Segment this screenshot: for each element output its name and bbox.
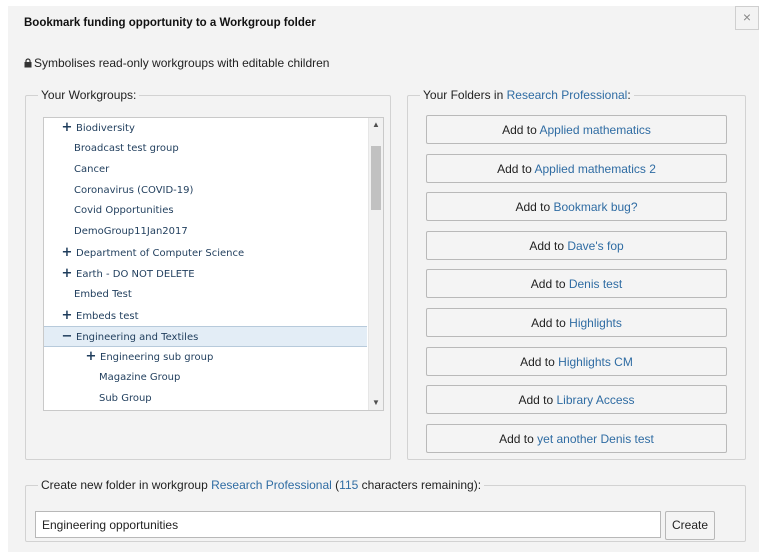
workgroup-row[interactable]: Embed Test [44,285,367,306]
readonly-note: Symbolises read-only workgroups with edi… [34,56,330,70]
new-folder-name-input[interactable] [35,511,661,538]
expand-icon[interactable]: + [61,243,73,264]
workgroups-scrollbar[interactable]: ▲ ▼ [368,118,383,410]
folder-name: Highlights CM [558,354,633,369]
folder-name: Dave's fop [567,238,624,253]
add-to-folder-button[interactable]: Add to Applied mathematics 2 [426,153,727,183]
workgroup-row[interactable]: Coronavirus (COVID-19) [44,181,367,202]
add-to-prefix: Add to [502,123,540,137]
readonly-legend: Symbolises read-only workgroups with edi… [24,56,329,71]
add-to-prefix: Add to [497,161,535,176]
add-to-folder-button[interactable]: Add to Denis test [426,269,727,299]
workgroup-row[interactable]: DemoGroup11Jan2017 [44,222,367,243]
add-to-folder-button[interactable]: Add to Bookmark bug? [426,192,727,222]
close-button[interactable]: × [735,6,759,30]
workgroup-row[interactable]: Magazine Group [44,368,367,389]
add-to-prefix: Add to [520,354,559,369]
workgroup-label: Coronavirus (COVID-19) [74,184,194,196]
add-to-folder-button[interactable]: Add to Highlights CM [426,346,727,376]
collapse-icon[interactable]: − [61,327,73,348]
workgroup-row[interactable]: Sub Group [44,389,367,410]
add-to-folder-button[interactable]: Add to yet another Denis test [426,423,727,453]
add-to-folder-button[interactable]: Add to Dave's fop [426,230,727,260]
workgroup-label: Department of Computer Science [76,248,245,260]
folders-legend-prefix: Your Folders in [423,88,507,102]
workgroup-row[interactable]: + Engineering sub group [44,347,367,368]
workgroup-label: Embeds test [76,310,139,322]
create-button[interactable]: Create [665,511,715,540]
workgroup-label: Biodiversity [76,123,135,134]
workgroup-row[interactable]: + Earth - DO NOT DELETE [44,264,367,285]
characters-remaining: 115 [339,478,359,492]
workgroup-label: Broadcast test group [74,142,179,154]
workgroup-label: Engineering and Textiles [76,332,199,344]
dialog-title: Bookmark funding opportunity to a Workgr… [24,17,316,29]
workgroup-row[interactable]: Cancer [44,160,367,181]
folders-legend: Your Folders in Research Professional: [420,88,634,102]
workgroups-panel: Your Workgroups: + Biodiversity Broadcast … [25,88,391,460]
folder-name: Bookmark bug? [553,200,638,215]
lock-icon [24,57,32,71]
add-to-prefix: Add to [529,238,568,253]
add-to-prefix: Add to [531,316,570,330]
workgroup-row[interactable]: + Biodiversity [44,118,367,139]
workgroups-rows: + Biodiversity Broadcast test group Cancer C… [44,118,367,410]
workgroup-row[interactable]: + Department of Computer Science [44,243,367,264]
add-to-prefix: Add to [518,393,557,408]
workgroups-list[interactable]: + Biodiversity Broadcast test group Cancer C… [43,117,384,411]
folder-name: Denis test [568,277,623,292]
workgroup-row[interactable]: − Engineering and Textiles [44,326,367,348]
workgroup-label: Magazine Group [99,372,181,384]
folder-name: yet another Denis test [537,431,654,446]
new-folder-legend: Create new folder in workgroup Research … [38,478,484,492]
folder-name: Applied mathematics [539,123,651,137]
add-to-prefix: Add to [530,277,569,292]
new-folder-panel: Create new folder in workgroup Research … [25,478,746,542]
workgroup-label: Covid Opportunities [74,205,174,217]
add-to-folder-button[interactable]: Add to Applied mathematics [426,115,727,144]
workgroup-label: Sub Group [99,392,152,404]
workgroup-label: Embed Test [74,288,132,300]
folder-name: Library Access [556,393,635,408]
workgroup-label: Cancer [74,163,110,175]
scroll-up-icon[interactable]: ▲ [369,118,383,132]
add-to-prefix: Add to [515,200,554,215]
workgroup-label: Earth - DO NOT DELETE [76,268,195,280]
workgroup-label: Engineering sub group [100,352,214,364]
add-to-folder-button[interactable]: Add to Highlights [426,308,727,337]
add-to-folder-button[interactable]: Add to Library Access [426,385,727,415]
expand-icon[interactable]: + [85,347,97,368]
bookmark-dialog: Bookmark funding opportunity to a Workgr… [8,6,759,552]
new-folder-legend-suffix: characters remaining): [358,478,482,492]
expand-icon[interactable]: + [61,118,73,139]
workgroup-row[interactable]: Broadcast test group [44,139,367,160]
workgroup-row[interactable]: + Embeds test [44,306,367,327]
folders-legend-group[interactable]: Research Professional [507,88,628,102]
folder-name: Applied mathematics 2 [534,161,656,176]
folders-panel: Your Folders in Research Professional: A… [407,88,746,460]
scroll-down-icon[interactable]: ▼ [369,396,383,410]
folder-name: Highlights [569,316,622,330]
scroll-thumb[interactable] [371,146,381,210]
expand-icon[interactable]: + [61,264,73,285]
new-folder-legend-prefix: Create new folder in workgroup [41,478,212,492]
expand-icon[interactable]: + [61,306,73,327]
add-to-prefix: Add to [499,431,538,446]
workgroup-row[interactable]: Covid Opportunities [44,201,367,222]
workgroups-legend: Your Workgroups: [41,88,137,102]
workgroup-label: DemoGroup11Jan2017 [74,226,188,238]
new-folder-legend-group[interactable]: Research Professional [211,478,332,492]
folders-legend-suffix: : [627,88,631,102]
